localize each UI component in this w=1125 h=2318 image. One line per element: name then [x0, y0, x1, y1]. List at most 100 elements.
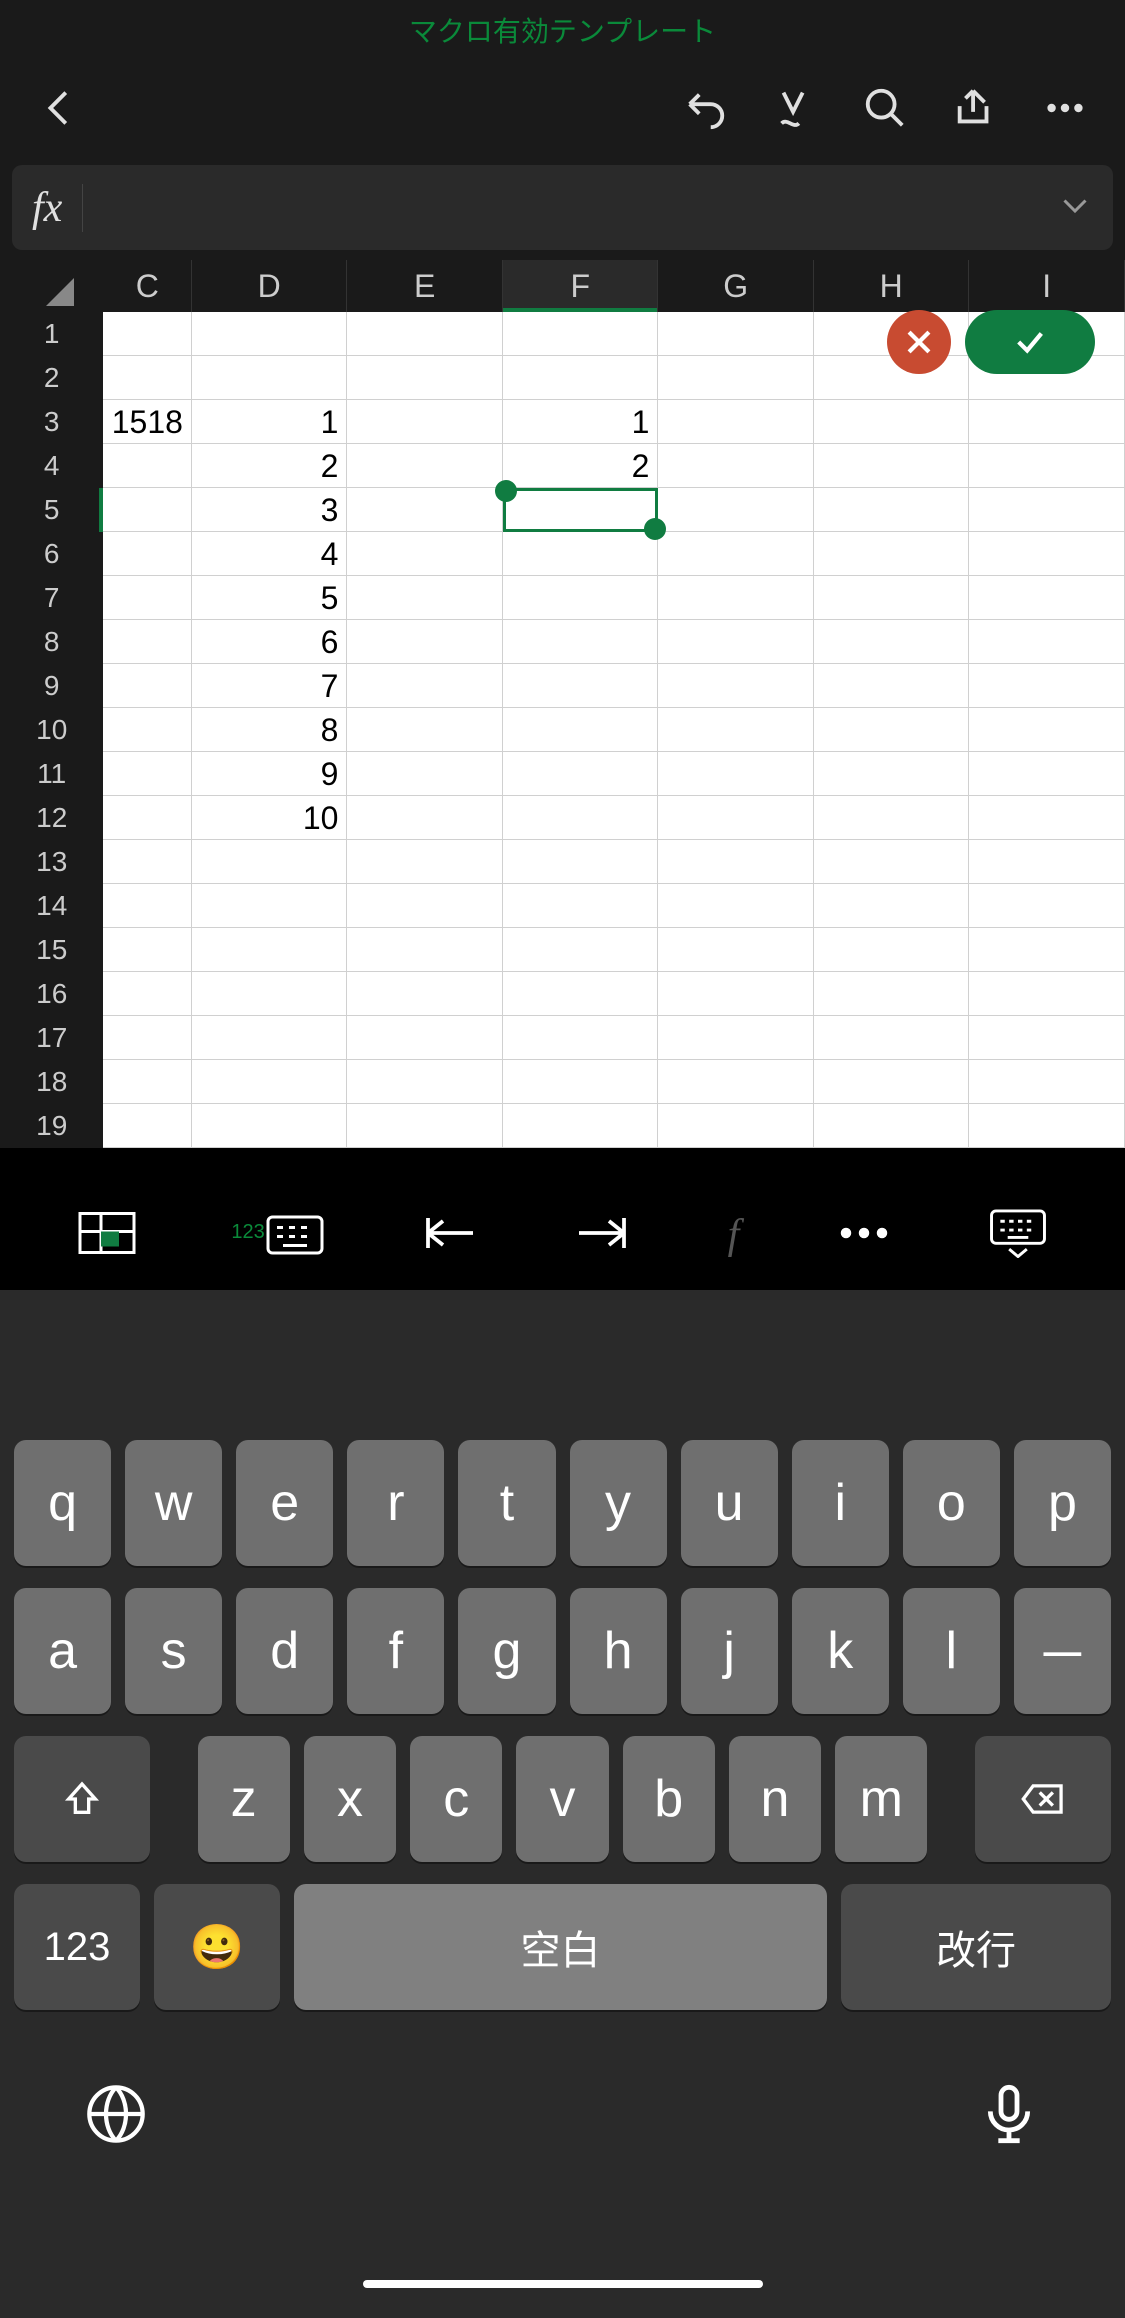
- cell-E4[interactable]: [347, 444, 503, 488]
- cell-H10[interactable]: [814, 708, 970, 752]
- cell-F4[interactable]: 2: [503, 444, 659, 488]
- tab-right-button[interactable]: [573, 1208, 633, 1263]
- cell-F7[interactable]: [503, 576, 659, 620]
- cell-G19[interactable]: [658, 1104, 814, 1148]
- row-header[interactable]: 13: [0, 840, 103, 884]
- cell-F9[interactable]: [503, 664, 659, 708]
- cell-D8[interactable]: 6: [192, 620, 348, 664]
- cell-C12[interactable]: [103, 796, 191, 840]
- cell-C19[interactable]: [103, 1104, 191, 1148]
- cell-F1[interactable]: [503, 312, 659, 356]
- row-header[interactable]: 9: [0, 664, 103, 708]
- cell-G13[interactable]: [658, 840, 814, 884]
- cell-F12[interactable]: [503, 796, 659, 840]
- cell-G8[interactable]: [658, 620, 814, 664]
- cell-E13[interactable]: [347, 840, 503, 884]
- col-header-F[interactable]: F: [503, 260, 659, 312]
- key-b[interactable]: b: [623, 1736, 715, 1862]
- cell-I7[interactable]: [969, 576, 1125, 620]
- cell-F10[interactable]: [503, 708, 659, 752]
- cell-D4[interactable]: 2: [192, 444, 348, 488]
- cell-G11[interactable]: [658, 752, 814, 796]
- cell-I4[interactable]: [969, 444, 1125, 488]
- key-y[interactable]: y: [570, 1440, 667, 1566]
- cell-I9[interactable]: [969, 664, 1125, 708]
- key-a[interactable]: a: [14, 1588, 111, 1714]
- key-m[interactable]: m: [835, 1736, 927, 1862]
- cell-I10[interactable]: [969, 708, 1125, 752]
- cell-D17[interactable]: [192, 1016, 348, 1060]
- cell-D16[interactable]: [192, 972, 348, 1016]
- key-g[interactable]: g: [458, 1588, 555, 1714]
- key-z[interactable]: z: [198, 1736, 290, 1862]
- cell-F6[interactable]: [503, 532, 659, 576]
- undo-button[interactable]: [675, 78, 735, 138]
- col-header-G[interactable]: G: [658, 260, 814, 312]
- cell-E1[interactable]: [347, 312, 503, 356]
- selection-handle[interactable]: [495, 480, 517, 502]
- cell-G15[interactable]: [658, 928, 814, 972]
- globe-key[interactable]: [84, 2082, 148, 2151]
- key-r[interactable]: r: [347, 1440, 444, 1566]
- cell-C8[interactable]: [103, 620, 191, 664]
- cell-I17[interactable]: [969, 1016, 1125, 1060]
- search-button[interactable]: [855, 78, 915, 138]
- cell-G16[interactable]: [658, 972, 814, 1016]
- row-header[interactable]: 16: [0, 972, 103, 1016]
- key-k[interactable]: k: [792, 1588, 889, 1714]
- cell-G12[interactable]: [658, 796, 814, 840]
- cell-F11[interactable]: [503, 752, 659, 796]
- row-header[interactable]: 1: [0, 312, 103, 356]
- key-w[interactable]: w: [125, 1440, 222, 1566]
- row-header[interactable]: 12: [0, 796, 103, 840]
- formula-bar[interactable]: fx: [12, 165, 1113, 250]
- cell-C16[interactable]: [103, 972, 191, 1016]
- backspace-key[interactable]: [975, 1736, 1111, 1862]
- home-indicator[interactable]: [363, 2280, 763, 2288]
- cell-H8[interactable]: [814, 620, 970, 664]
- cell-C18[interactable]: [103, 1060, 191, 1104]
- cell-I13[interactable]: [969, 840, 1125, 884]
- key-c[interactable]: c: [410, 1736, 502, 1862]
- cell-D18[interactable]: [192, 1060, 348, 1104]
- cell-G18[interactable]: [658, 1060, 814, 1104]
- cell-H13[interactable]: [814, 840, 970, 884]
- row-header[interactable]: 17: [0, 1016, 103, 1060]
- row-header[interactable]: 10: [0, 708, 103, 752]
- key-e[interactable]: e: [236, 1440, 333, 1566]
- cell-F18[interactable]: [503, 1060, 659, 1104]
- function-button[interactable]: f: [728, 1211, 740, 1259]
- key-n[interactable]: n: [729, 1736, 821, 1862]
- col-header-E[interactable]: E: [347, 260, 503, 312]
- cell-C10[interactable]: [103, 708, 191, 752]
- row-header[interactable]: 7: [0, 576, 103, 620]
- cell-C3[interactable]: 1518: [103, 400, 191, 444]
- row-header[interactable]: 11: [0, 752, 103, 796]
- cell-C6[interactable]: [103, 532, 191, 576]
- cell-F14[interactable]: [503, 884, 659, 928]
- cell-G1[interactable]: [658, 312, 814, 356]
- row-header[interactable]: 5: [0, 488, 103, 532]
- cell-H14[interactable]: [814, 884, 970, 928]
- emoji-key[interactable]: 😀: [154, 1884, 280, 2010]
- key-l[interactable]: l: [903, 1588, 1000, 1714]
- cell-F8[interactable]: [503, 620, 659, 664]
- key-x[interactable]: x: [304, 1736, 396, 1862]
- row-header[interactable]: 2: [0, 356, 103, 400]
- row-header[interactable]: 8: [0, 620, 103, 664]
- cell-D13[interactable]: [192, 840, 348, 884]
- cell-H18[interactable]: [814, 1060, 970, 1104]
- key-h[interactable]: h: [570, 1588, 667, 1714]
- space-key[interactable]: 空白: [294, 1884, 827, 2010]
- cell-G14[interactable]: [658, 884, 814, 928]
- cell-I16[interactable]: [969, 972, 1125, 1016]
- key-t[interactable]: t: [458, 1440, 555, 1566]
- cell-D7[interactable]: 5: [192, 576, 348, 620]
- cell-F17[interactable]: [503, 1016, 659, 1060]
- cell-H15[interactable]: [814, 928, 970, 972]
- chevron-down-icon[interactable]: [1057, 187, 1093, 228]
- cell-D6[interactable]: 4: [192, 532, 348, 576]
- cell-C1[interactable]: [103, 312, 191, 356]
- cell-G17[interactable]: [658, 1016, 814, 1060]
- key-j[interactable]: j: [681, 1588, 778, 1714]
